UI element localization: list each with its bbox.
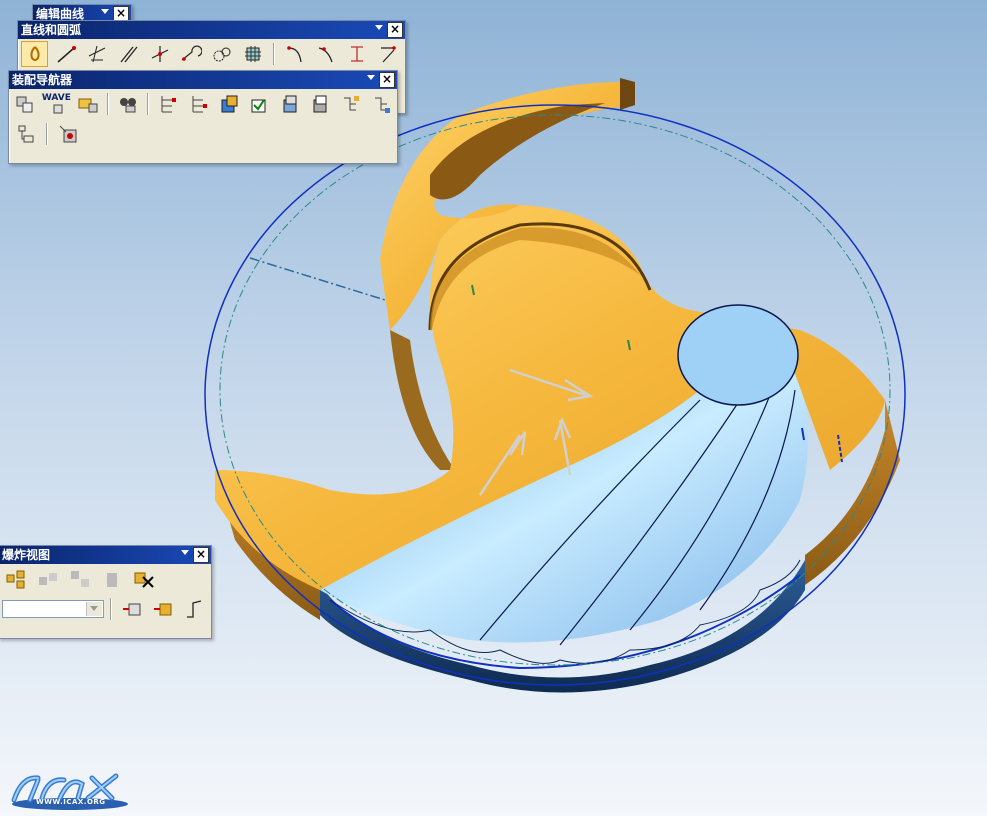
separator	[273, 43, 276, 65]
grid-icon[interactable]	[240, 41, 267, 67]
chevron-down-icon[interactable]	[367, 75, 375, 80]
separator	[106, 93, 109, 115]
assembly-navigator-toolbar[interactable]: 装配导航器 × WAVE	[8, 70, 398, 164]
point-icon[interactable]	[21, 41, 49, 67]
lines-arcs-title-bar[interactable]: 直线和圆弧 ×	[18, 21, 405, 39]
separator	[109, 598, 112, 620]
hierarchy-icon[interactable]	[12, 121, 40, 147]
lines-arcs-title: 直线和圆弧	[21, 23, 82, 37]
assembly-row-1: WAVE	[9, 89, 397, 119]
tree-icon-2[interactable]	[185, 91, 211, 117]
separator	[46, 123, 48, 145]
chevron-down-icon[interactable]	[101, 9, 109, 14]
check-icon[interactable]	[246, 91, 272, 117]
binoculars-icon[interactable]	[115, 91, 141, 117]
axis-line	[249, 257, 386, 301]
logo-text: WWW.ICAX.ORG	[36, 798, 106, 806]
line-tangent-icon[interactable]	[146, 41, 173, 67]
line-icon[interactable]	[52, 41, 79, 67]
component-icon[interactable]	[12, 91, 38, 117]
structure-icon-2[interactable]	[368, 91, 394, 117]
exploded-row-2	[0, 594, 211, 624]
lines-arcs-row	[18, 39, 405, 69]
trace-line-icon[interactable]	[181, 596, 208, 622]
line-point-icon[interactable]	[84, 41, 111, 67]
component-color-icon[interactable]	[216, 91, 242, 117]
camera-icon[interactable]	[54, 121, 82, 147]
wave-label: WAVE	[41, 92, 71, 103]
assembly-navigator-title: 装配导航器	[12, 73, 73, 87]
assembly-navigator-title-bar[interactable]: 装配导航器 ×	[9, 71, 397, 89]
fillet-icon[interactable]	[281, 41, 308, 67]
close-icon[interactable]: ×	[387, 22, 403, 38]
arm-end	[620, 78, 635, 110]
bracket-icon[interactable]	[344, 41, 371, 67]
assembly-row-2	[9, 119, 397, 149]
show-in-view-icon[interactable]	[149, 596, 176, 622]
exploded-row-1	[0, 564, 211, 594]
structure-icon[interactable]	[337, 91, 363, 117]
icax-logo: WWW.ICAX.ORG	[8, 770, 128, 812]
close-icon[interactable]: ×	[193, 547, 209, 563]
hide-in-view-icon[interactable]	[118, 596, 145, 622]
explode-icon[interactable]	[2, 566, 30, 592]
edit-explode-icon[interactable]	[34, 566, 62, 592]
chevron-down-icon[interactable]	[85, 602, 102, 616]
separator	[147, 93, 149, 115]
component-grey-icon[interactable]	[307, 91, 333, 117]
folder-icon[interactable]	[74, 91, 100, 117]
chevron-down-icon[interactable]	[375, 25, 383, 30]
delete-explode-icon[interactable]	[130, 566, 158, 592]
tree-icon[interactable]	[155, 91, 181, 117]
spline-icon[interactable]	[312, 41, 339, 67]
corner-icon[interactable]	[375, 41, 402, 67]
arc-tangent-icon[interactable]	[209, 41, 236, 67]
explode-view-select[interactable]	[2, 600, 104, 618]
unexplode-icon[interactable]	[98, 566, 126, 592]
edit-curve-title: 编辑曲线	[36, 7, 85, 21]
component-cube-icon[interactable]	[277, 91, 303, 117]
chevron-down-icon[interactable]	[181, 550, 189, 555]
close-icon[interactable]: ×	[379, 72, 395, 88]
wave-icon[interactable]: WAVE	[41, 91, 71, 117]
exploded-view-title: 爆炸视图	[2, 548, 51, 562]
exploded-view-toolbar[interactable]: 爆炸视图 ×	[0, 545, 212, 639]
auto-explode-icon[interactable]	[66, 566, 94, 592]
line-parallel-icon[interactable]	[115, 41, 142, 67]
arc-icon[interactable]	[177, 41, 204, 67]
exploded-view-title-bar[interactable]: 爆炸视图 ×	[0, 546, 211, 564]
hub	[677, 304, 799, 406]
